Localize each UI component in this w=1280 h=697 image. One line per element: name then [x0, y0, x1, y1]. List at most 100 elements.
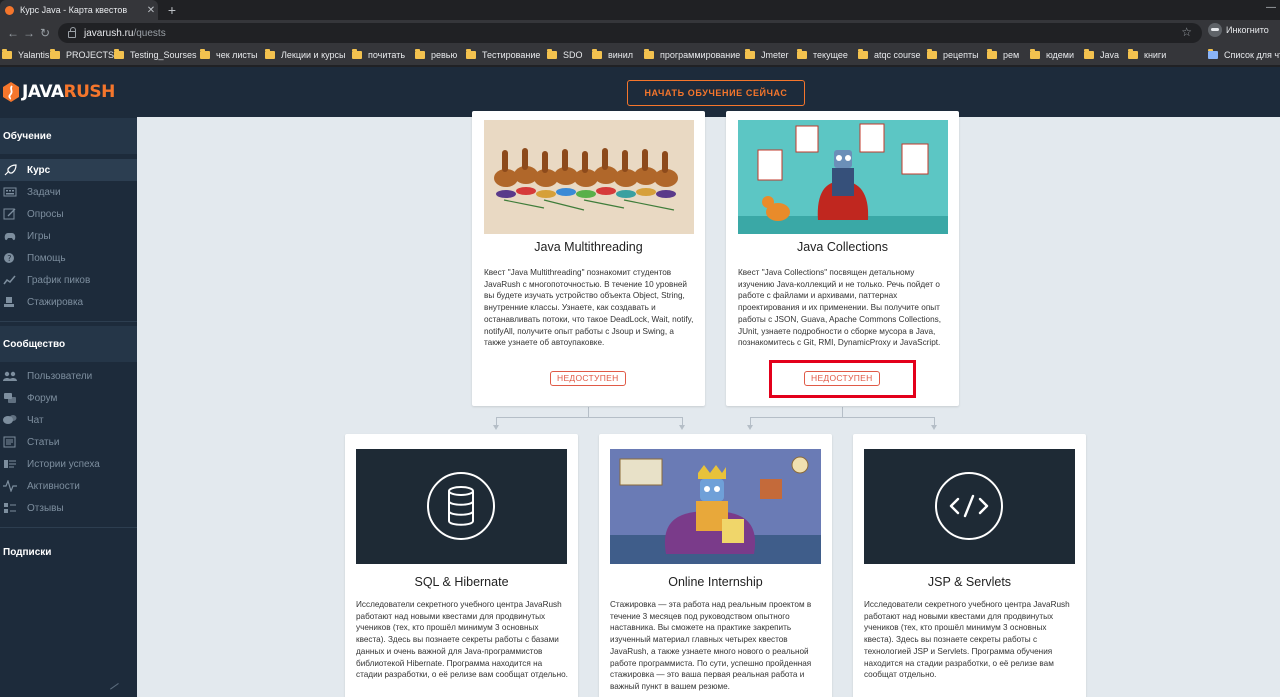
sidebar-item-label: Курс	[27, 164, 51, 176]
new-tab-button[interactable]: +	[164, 2, 180, 18]
start-learning-button[interactable]: НАЧАТЬ ОБУЧЕНИЕ СЕЙЧАС	[627, 80, 805, 106]
sidebar-item-success-stories[interactable]: Истории успеха	[0, 453, 137, 475]
sidebar-item-help[interactable]: ? Помощь	[0, 247, 137, 269]
bookmark-item[interactable]: Лекции и курсы	[265, 49, 346, 60]
review-icon	[4, 503, 16, 513]
quest-card-online-internship[interactable]: Online Internship Стажировка — эта работ…	[599, 434, 832, 697]
quest-card-jsp-servlets[interactable]: JSP & Servlets Исследователи секретного …	[853, 434, 1086, 697]
javarush-logo[interactable]: JAVARUSH	[2, 81, 115, 103]
person-icon	[4, 297, 14, 307]
url-host: javarush.ru	[84, 27, 134, 39]
activity-icon	[3, 480, 17, 492]
sidebar-item-reviews[interactable]: Отзывы	[0, 497, 137, 519]
bookmark-label: чек листы	[216, 50, 258, 60]
bookmark-item[interactable]: SDO	[547, 49, 583, 60]
folder-icon	[858, 49, 868, 59]
sidebar-item-forum[interactable]: Форум	[0, 387, 137, 409]
sidebar-community: Сообщество Пользователи Форум Чат Статьи…	[0, 326, 137, 528]
reload-icon[interactable]: ↻	[36, 24, 54, 42]
quest-title: Online Internship	[668, 575, 763, 589]
sidebar-item-chat[interactable]: Чат	[0, 409, 137, 431]
bookmark-item[interactable]: рем	[987, 49, 1019, 60]
quest-card-multithreading[interactable]: Java Multithreading Квест "Java Multithr…	[472, 111, 705, 406]
sidebar-item-peak-chart[interactable]: График пиков	[0, 269, 137, 291]
sidebar-item-label: Игры	[27, 230, 51, 242]
folder-icon	[547, 49, 557, 59]
browser-tab[interactable]: Курс Java - Карта квестов ✕	[0, 0, 158, 20]
bookmark-item[interactable]: PROJECTS	[50, 49, 114, 60]
quest-description: Квест "Java Collections" посвящен деталь…	[738, 268, 941, 348]
bookmark-item[interactable]: Yalantis	[2, 49, 49, 60]
bookmark-label: Testing_Sourses	[130, 50, 197, 60]
incognito-indicator[interactable]: Инкогнито	[1208, 23, 1269, 37]
folder-icon	[2, 49, 12, 59]
bookmark-item[interactable]: программирование	[644, 49, 741, 60]
sidebar-item-internship[interactable]: Стажировка	[0, 291, 137, 313]
bookmark-label: Jmeter	[761, 50, 789, 60]
sidebar-item-articles[interactable]: Статьи	[0, 431, 137, 453]
bookmark-item[interactable]: ревью	[415, 49, 458, 60]
sidebar-item-tasks[interactable]: Задачи	[0, 181, 137, 203]
bookmark-item[interactable]: книги	[1128, 49, 1167, 60]
javarush-logo-icon	[3, 82, 19, 102]
bookmark-item[interactable]: чек листы	[200, 49, 258, 60]
logo-text: JAVARUSH	[22, 82, 115, 102]
sidebar-item-course[interactable]: Курс	[0, 159, 137, 181]
sidebar-item-label: Статьи	[27, 436, 60, 448]
bookmark-reading-list[interactable]: Список для чтения	[1208, 49, 1280, 60]
bookmark-label: книги	[1144, 50, 1167, 60]
bookmark-item[interactable]: atqc course	[858, 49, 921, 60]
sidebar-item-polls[interactable]: Опросы	[0, 203, 137, 225]
folder-icon	[927, 49, 937, 59]
bookmark-item[interactable]: Jmeter	[745, 49, 789, 60]
sidebar-item-users[interactable]: Пользователи	[0, 365, 137, 387]
folder-icon	[1030, 49, 1040, 59]
bookmark-label: почитать	[368, 50, 406, 60]
sidebar-heading-community: Сообщество	[0, 326, 137, 362]
bookmark-item[interactable]: Java	[1084, 49, 1119, 60]
sidebar-item-activities[interactable]: Активности	[0, 475, 137, 497]
gamepad-icon	[4, 233, 16, 241]
bookmark-item[interactable]: рецепты	[927, 49, 979, 60]
bookmark-item[interactable]: Тестирование	[466, 49, 540, 60]
sidebar-item-label: Задачи	[27, 186, 61, 198]
users-icon	[3, 371, 17, 381]
bookmark-item[interactable]: винил	[592, 49, 633, 60]
bookmark-label: юдеми	[1046, 50, 1075, 60]
window-minimize-icon[interactable]: —	[1266, 2, 1276, 13]
connector-arrow	[493, 425, 499, 430]
collapse-icon[interactable]	[110, 683, 124, 697]
bookmark-item[interactable]: юдеми	[1030, 49, 1075, 60]
sidebar: JAVARUSH Обучение Курс Задачи Опросы Игр…	[0, 67, 137, 697]
quest-title: Java Collections	[796, 240, 888, 254]
sidebar-heading-subscriptions[interactable]: Подписки	[0, 534, 137, 570]
connector-arrow	[747, 425, 753, 430]
bookmark-item[interactable]: Testing_Sourses	[114, 49, 197, 60]
sidebar-item-label: Форум	[27, 392, 58, 404]
bookmark-item[interactable]: текущее	[797, 49, 848, 60]
story-icon	[4, 460, 16, 468]
bookmark-label: ревью	[431, 50, 458, 60]
svg-text:?: ?	[7, 254, 11, 263]
sidebar-item-games[interactable]: Игры	[0, 225, 137, 247]
quest-description: Исследователи секретного учебного центра…	[864, 600, 1070, 680]
tab-close-icon[interactable]: ✕	[144, 5, 158, 16]
bookmark-item[interactable]: почитать	[352, 49, 406, 60]
folder-icon	[265, 49, 275, 59]
quest-image-collections	[738, 120, 948, 234]
sidebar-item-label: Истории успеха	[27, 458, 100, 470]
folder-icon	[466, 49, 476, 59]
connector-line	[496, 417, 497, 425]
folder-icon	[200, 49, 210, 59]
address-bar[interactable]: javarush.ru/quests ☆	[58, 23, 1202, 43]
quest-image-jsp-servlets	[864, 449, 1075, 564]
quest-card-sql-hibernate[interactable]: SQL & Hibernate Исследователи секретного…	[345, 434, 578, 697]
quest-image-sql-hibernate	[356, 449, 567, 564]
sidebar-divider	[0, 321, 137, 322]
quest-title: SQL & Hibernate	[414, 575, 509, 589]
bookmark-label: программирование	[660, 50, 741, 60]
article-icon	[3, 436, 16, 448]
bookmark-star-icon[interactable]: ☆	[1181, 25, 1192, 39]
folder-icon	[745, 49, 755, 59]
sidebar-item-label: Активности	[27, 480, 80, 492]
